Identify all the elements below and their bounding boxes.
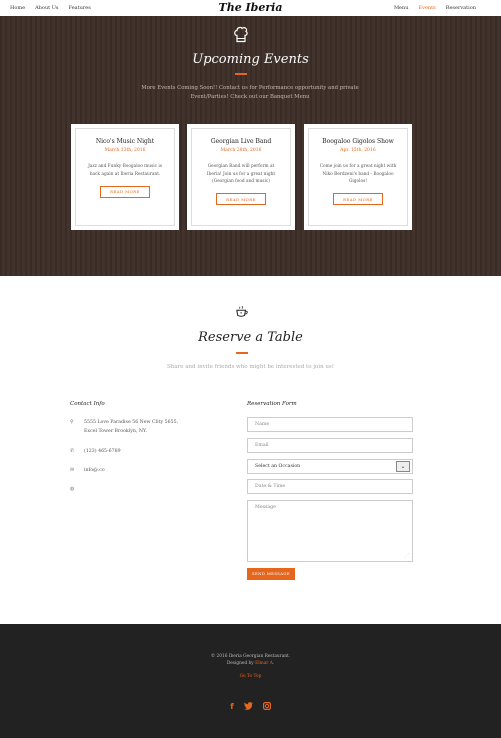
footer-copyright: © 2016 Iberia Georgian Restaurant. Desig… <box>0 653 501 667</box>
contact-address: ⚲ 5555 Love Paradise 56 New Clity 5655, E… <box>70 418 178 436</box>
location-pin-icon: ⚲ <box>70 419 74 425</box>
send-message-button[interactable]: SEND MESSAGE <box>247 568 295 580</box>
read-more-button[interactable]: READ MORE <box>333 193 383 205</box>
designer-link[interactable]: Elmar A. <box>255 661 274 666</box>
footer: © 2016 Iberia Georgian Restaurant. Desig… <box>0 624 501 738</box>
read-more-button[interactable]: READ MORE <box>216 193 266 205</box>
message-textarea[interactable]: Message ⋰ <box>247 500 413 562</box>
social-links: f <box>0 702 501 711</box>
reserve-subtitle: Share and invite friends who might be in… <box>167 364 334 370</box>
contact-info-heading: Contact Info <box>70 401 105 407</box>
chevron-down-icon[interactable]: ⌄ <box>396 461 410 472</box>
message-placeholder: Message <box>255 505 276 510</box>
event-card: Nico's Music Night March 13th, 2016 Jazz… <box>71 124 179 230</box>
phone-number[interactable]: (123) 465-6789 <box>84 447 121 456</box>
coffee-cup-icon <box>236 306 248 317</box>
contact-email: ✉ info@.co <box>70 466 105 475</box>
reservation-form-heading: Reservation Form <box>247 401 297 407</box>
event-card: Boogaloo Gigolos Show Apr. 15th, 2016 Co… <box>304 124 412 230</box>
read-more-button[interactable]: READ MORE <box>100 185 150 198</box>
event-card: Georgian Live Band March 28th, 2016 Geor… <box>187 124 295 230</box>
datetime-input[interactable]: Date & Time <box>247 479 413 494</box>
event-card-title: Boogaloo Gigolos Show <box>322 138 394 145</box>
email-address[interactable]: info@.co <box>84 466 105 475</box>
event-card-description: Come join us for a great night with Niko… <box>319 164 397 184</box>
reserve-title: Reserve a Table <box>198 330 303 345</box>
brand-logo[interactable]: The Iberia <box>0 1 501 14</box>
phone-icon: ✆ <box>70 448 75 454</box>
contact-phone: ✆ (123) 465-6789 <box>70 447 121 456</box>
email-input[interactable]: Email <box>247 438 413 453</box>
address-line-2: Excel Tower Brooklyn, NY. <box>84 429 147 434</box>
events-subtitle: More Events Coming Soon!! Contact us for… <box>141 85 359 100</box>
envelope-icon: ✉ <box>70 467 75 473</box>
occasion-select-value: Select an Occasion <box>255 464 301 469</box>
event-card-title: Nico's Music Night <box>95 138 155 145</box>
designed-by-prefix: Designed by <box>226 661 254 666</box>
events-title: Upcoming Events <box>192 52 309 67</box>
contact-website: ◍ <box>70 485 76 494</box>
event-card-description: Jazz and Funky Boogaloo music is back ag… <box>88 164 162 177</box>
event-card-date: March 28th, 2016 <box>220 148 262 153</box>
globe-icon: ◍ <box>70 486 75 492</box>
occasion-select[interactable]: Select an Occasion ⌄ <box>247 459 413 474</box>
events-title-underline <box>235 73 247 75</box>
event-card-description: Georgian Band will perform at Iberia! Jo… <box>206 164 276 184</box>
events-section: Upcoming Events More Events Coming Soon!… <box>0 16 501 276</box>
event-card-date: March 13th, 2016 <box>104 148 146 153</box>
resize-handle-icon[interactable]: ⋰ <box>404 553 409 559</box>
address-line-1: 5555 Love Paradise 56 New Clity 5655, <box>84 420 179 425</box>
name-input[interactable]: Name <box>247 417 413 432</box>
event-card-date: Apr. 15th, 2016 <box>340 148 376 153</box>
facebook-icon[interactable]: f <box>230 702 233 711</box>
go-to-top-link[interactable]: Go To Top <box>0 674 501 679</box>
chef-hat-icon <box>234 26 248 43</box>
event-card-title: Georgian Live Band <box>210 138 272 145</box>
twitter-icon[interactable] <box>243 702 253 710</box>
instagram-icon[interactable] <box>262 702 271 710</box>
copyright-text: © 2016 Iberia Georgian Restaurant. <box>210 654 291 659</box>
reserve-title-underline <box>236 352 248 354</box>
